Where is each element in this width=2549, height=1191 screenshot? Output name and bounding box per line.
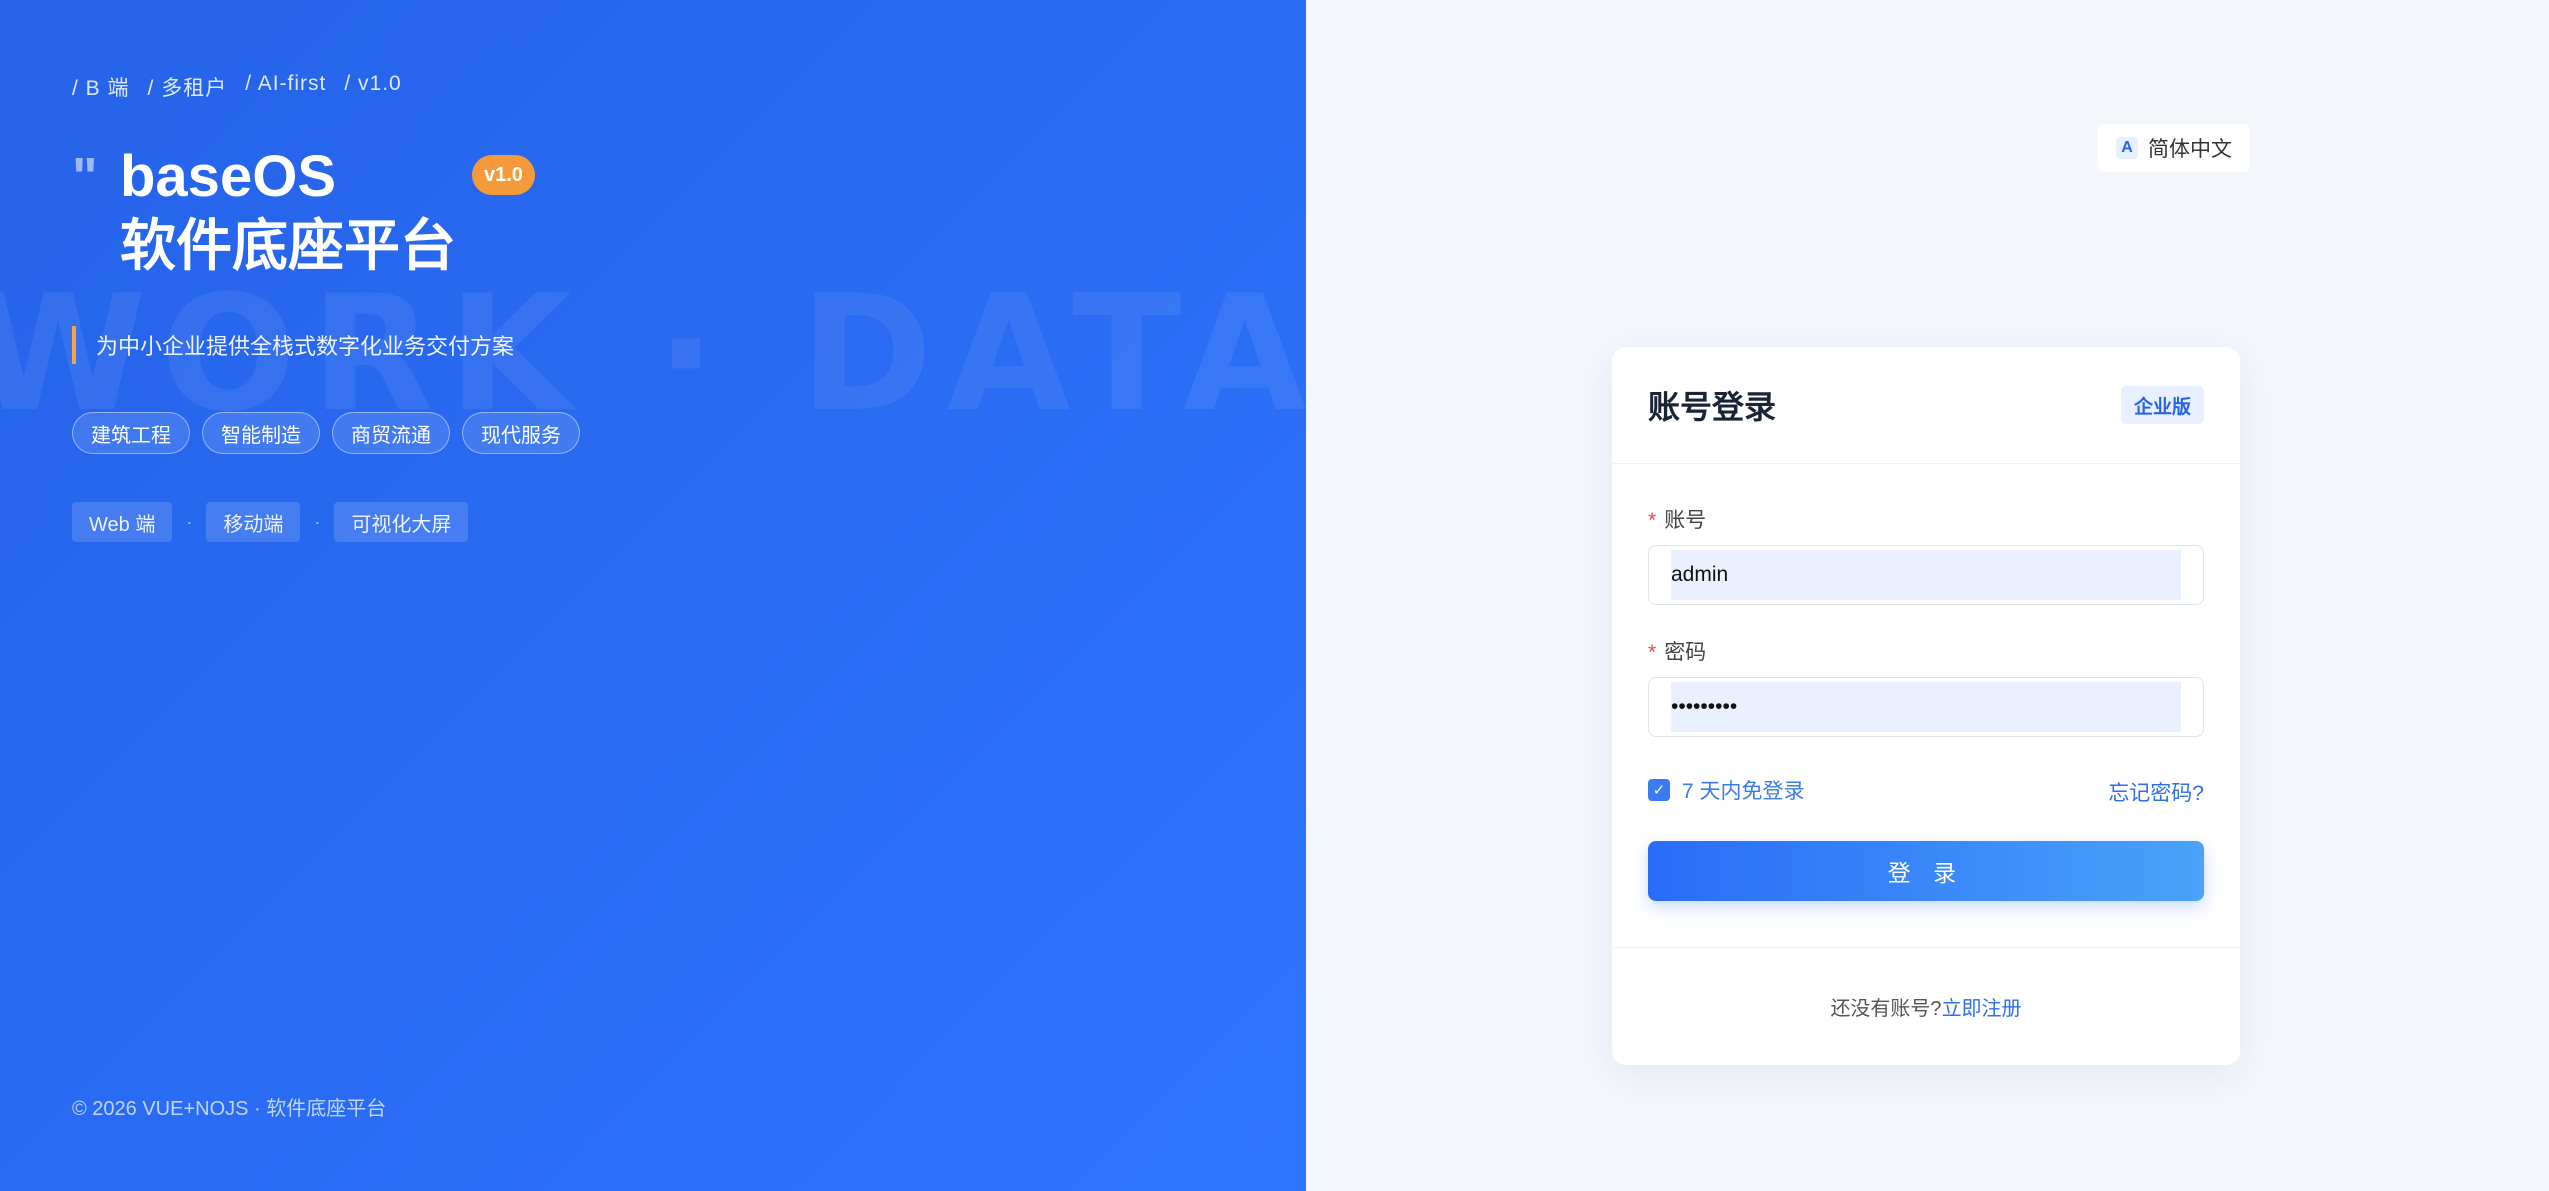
remember-me-label: 7 天内免登录 (1682, 780, 1805, 803)
version-badge: v1.0 (472, 155, 535, 195)
language-switcher[interactable]: A 简体中文 (2098, 124, 2250, 172)
copyright-text: © 2026 VUE+NOJS · 软件底座平台 (72, 1098, 387, 1120)
checkbox-checked-icon[interactable]: ✓ (1648, 779, 1670, 801)
edition-badge: 企业版 (2120, 386, 2204, 424)
brand-title: baseOS (120, 144, 336, 209)
platform-tags: Web 端 · 移动端 · 可视化大屏 (72, 502, 469, 542)
password-input[interactable] (1671, 682, 2181, 732)
breadcrumb-item: v1.0 (344, 72, 401, 102)
account-field-wrapper (1648, 545, 2204, 605)
platform-separator: · (186, 511, 193, 532)
password-field-wrapper (1648, 677, 2204, 737)
login-form: *账号 *密码 ✓ 7 天内免登录 忘记密码? 登 录 (1612, 464, 2240, 947)
quote-mark-icon: " (72, 147, 98, 207)
breadcrumb-item: B 端 (72, 72, 130, 102)
brand-subtitle: 软件底座平台 (120, 214, 456, 277)
login-card-header: 账号登录 企业版 (1612, 347, 2240, 464)
login-title: 账号登录 (1648, 389, 1777, 425)
login-card-footer: 还没有账号? 立即注册 (1612, 947, 2240, 1065)
login-button[interactable]: 登 录 (1648, 841, 2204, 901)
platform-tag: 可视化大屏 (334, 502, 469, 542)
breadcrumb-item: 多租户 (148, 72, 228, 102)
password-label: * 密码 (1648, 641, 1707, 664)
platform-tag: 移动端 (206, 502, 301, 542)
platform-separator: · (314, 511, 321, 532)
translate-icon: A (2116, 137, 2138, 159)
required-mark: * (1648, 509, 1657, 532)
register-link[interactable]: 立即注册 (1942, 992, 2022, 1021)
industry-tag: 商贸流通 (332, 412, 450, 454)
industry-tags: 建筑工程 智能制造 商贸流通 现代服务 (72, 412, 580, 454)
platform-tag: Web 端 (72, 502, 173, 542)
breadcrumb-item: AI-first (245, 72, 326, 102)
industry-tag: 现代服务 (462, 412, 580, 454)
industry-tag: 建筑工程 (72, 412, 190, 454)
hero-tagline: 为中小企业提供全栈式数字化业务交付方案 (72, 326, 514, 364)
hero-breadcrumbs: B 端 多租户 AI-first v1.0 (72, 72, 402, 102)
required-mark: * (1648, 641, 1657, 664)
remember-me-checkbox[interactable]: ✓ 7 天内免登录 (1648, 775, 1805, 805)
no-account-text: 还没有账号? (1830, 998, 1942, 1020)
login-area: A 简体中文 账号登录 企业版 *账号 *密码 ✓ 7 天内免登录 (1306, 0, 2549, 1191)
industry-tag: 智能制造 (202, 412, 320, 454)
language-label: 简体中文 (2148, 138, 2232, 161)
account-label: * 账号 (1648, 509, 1707, 532)
hero-panel: WORK · DATA · B 端 多租户 AI-first v1.0 " ba… (0, 0, 1306, 1191)
login-card: 账号登录 企业版 *账号 *密码 ✓ 7 天内免登录 忘记密码? 登 录 (1612, 347, 2240, 1065)
forgot-password-link[interactable]: 忘记密码? (2108, 777, 2204, 807)
account-input[interactable] (1671, 550, 2181, 600)
